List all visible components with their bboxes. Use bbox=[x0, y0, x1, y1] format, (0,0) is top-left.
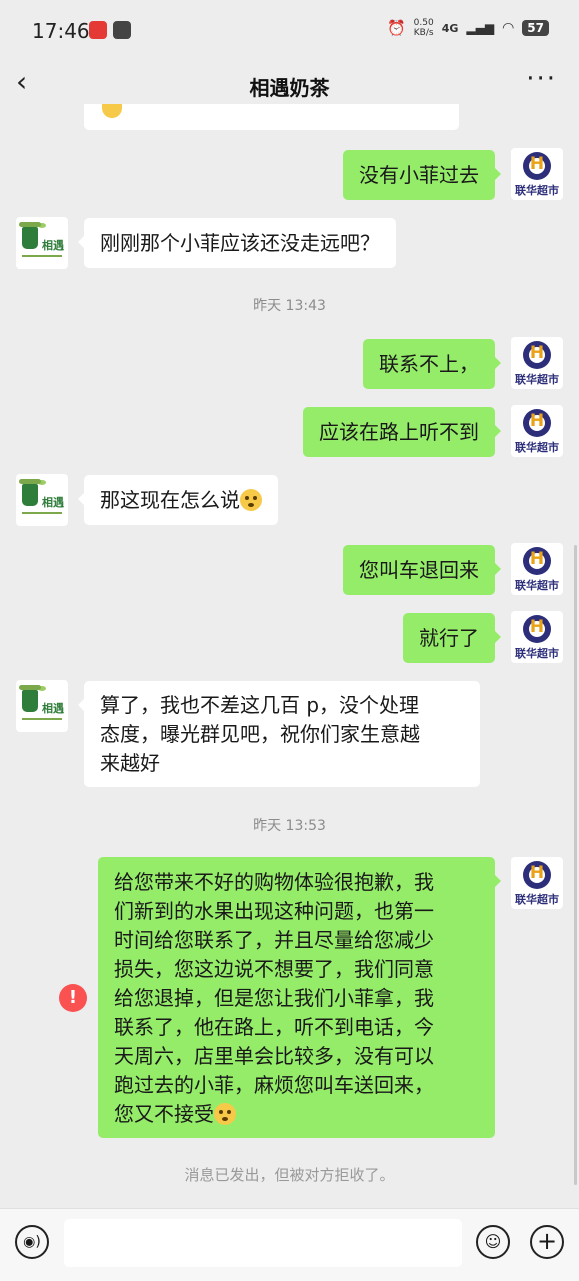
signal-icon: ▂▄▆ bbox=[466, 21, 495, 35]
message-bubble-received[interactable]: 算了，我也不差这几百 p，没个处理 态度，曝光群见吧，祝你们家生意越 来越好 bbox=[78, 681, 480, 787]
status-bar: 17:46 ⏰ 0.50 KB/s 4G ▂▄▆ ◠ 57 bbox=[0, 0, 579, 62]
timestamp: 昨天 13:53 bbox=[253, 818, 326, 834]
scrollbar[interactable] bbox=[574, 545, 577, 1185]
app-notification-icon bbox=[89, 21, 107, 39]
status-right: ⏰ 0.50 KB/s 4G ▂▄▆ ◠ 57 bbox=[387, 18, 549, 38]
contact-avatar[interactable]: 相遇 bbox=[16, 474, 68, 526]
more-icon[interactable]: ··· bbox=[526, 64, 557, 94]
message-line: 损失，您这边说不想要了，我们同意 bbox=[114, 957, 434, 981]
message-bubble-sent[interactable]: 联系不上， bbox=[363, 339, 501, 389]
shop-avatar[interactable]: H 联华超市 bbox=[511, 337, 563, 389]
shop-avatar[interactable]: H 联华超市 bbox=[511, 543, 563, 595]
message-bubble-received[interactable]: 那这现在怎么说 bbox=[78, 475, 278, 525]
message-line: 天周六，店里单会比较多，没有可以 bbox=[114, 1044, 434, 1068]
message-text: 那这现在怎么说 bbox=[100, 488, 240, 512]
system-notice: 消息已发出，但被对方拒收了。 bbox=[184, 1166, 395, 1184]
emoji-icon[interactable]: ☺ bbox=[476, 1225, 510, 1259]
message-line-last: 您又不接受 bbox=[114, 1100, 479, 1129]
message-notification-icon bbox=[113, 21, 131, 39]
voice-icon[interactable]: ◉) bbox=[15, 1225, 49, 1259]
shop-avatar[interactable]: H 联华超市 bbox=[511, 148, 563, 200]
plus-icon[interactable]: + bbox=[530, 1225, 564, 1259]
contact-avatar[interactable]: 相遇 bbox=[16, 217, 68, 269]
contact-avatar[interactable]: 相遇 bbox=[16, 680, 68, 732]
alarm-icon: ⏰ bbox=[386, 19, 406, 37]
error-icon[interactable]: ! bbox=[59, 984, 87, 1012]
message-line: 们新到的水果出现这种问题，也第一 bbox=[114, 899, 434, 923]
message-input[interactable] bbox=[64, 1219, 462, 1267]
input-bar: ◉) ☺ + bbox=[0, 1208, 579, 1281]
message-line: 给您带来不好的购物体验很抱歉，我 bbox=[114, 870, 434, 894]
message-line: 态度，曝光群见吧，祝你们家生意越 bbox=[100, 722, 420, 746]
message-bubble-sent[interactable]: 没有小菲过去 bbox=[343, 150, 501, 200]
status-time: 17:46 bbox=[32, 19, 90, 43]
wifi-icon: ◠ bbox=[502, 20, 515, 36]
chat-title: 相遇奶茶 bbox=[249, 76, 330, 100]
battery-indicator: 57 bbox=[522, 20, 549, 36]
timestamp: 昨天 13:43 bbox=[253, 298, 326, 314]
message-line: 跑过去的小菲，麻烦您叫车送回来， bbox=[114, 1073, 434, 1097]
previous-message-bubble bbox=[84, 104, 459, 130]
message-bubble-sent[interactable]: 给您带来不好的购物体验很抱歉，我 们新到的水果出现这种问题，也第一 时间给您联系… bbox=[98, 857, 501, 1138]
shop-avatar[interactable]: H 联华超市 bbox=[511, 611, 563, 663]
message-line: 给您退掉，但是您让我们小菲拿，我 bbox=[114, 986, 434, 1010]
network-type: 4G bbox=[441, 21, 459, 35]
message-bubble-sent[interactable]: 您叫车退回来 bbox=[343, 545, 501, 595]
message-bubble-received[interactable]: 刚刚那个小菲应该还没走远吧？ bbox=[78, 218, 396, 268]
message-line: 来越好 bbox=[100, 751, 160, 775]
net-speed: 0.50 KB/s bbox=[413, 18, 434, 38]
message-line: 时间给您联系了，并且尽量给您减少 bbox=[114, 928, 434, 952]
shop-avatar[interactable]: H 联华超市 bbox=[511, 857, 563, 909]
crying-laugh-emoji-icon bbox=[214, 1103, 236, 1125]
message-bubble-sent[interactable]: 就行了 bbox=[403, 613, 501, 663]
flushed-emoji-icon bbox=[240, 489, 262, 511]
chat-header: ‹ 相遇奶茶 ··· bbox=[0, 62, 579, 106]
message-bubble-sent[interactable]: 应该在路上听不到 bbox=[303, 407, 501, 457]
message-line: 联系了，他在路上，听不到电话，今 bbox=[114, 1015, 434, 1039]
message-line: 算了，我也不差这几百 p，没个处理 bbox=[100, 693, 420, 717]
shop-avatar[interactable]: H 联华超市 bbox=[511, 405, 563, 457]
